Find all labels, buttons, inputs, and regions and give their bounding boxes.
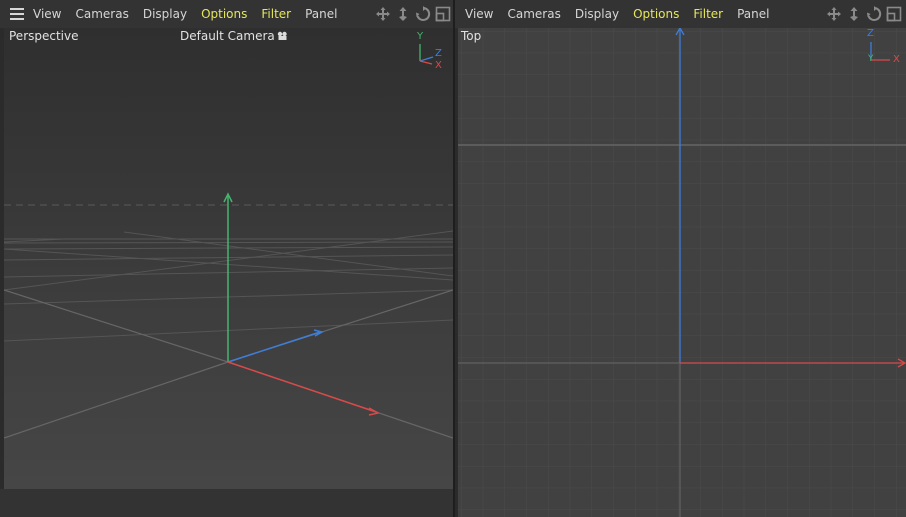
camera-icon: [277, 30, 288, 44]
perspective-viewport-panel: View Cameras Display Options Filter Pane…: [0, 0, 455, 517]
camera-name: Default Camera: [180, 29, 275, 43]
hamburger-menu-icon[interactable]: [10, 8, 24, 20]
active-camera-label[interactable]: Default Camera: [180, 29, 288, 44]
viewport-bottom-strip: [0, 489, 455, 517]
dolly-view-icon[interactable]: [395, 6, 411, 22]
top-scene: [458, 28, 906, 517]
menu-panel[interactable]: Panel: [737, 7, 769, 21]
menu-filter[interactable]: Filter: [693, 7, 723, 21]
perspective-scene: [4, 28, 453, 489]
axis-gizmo-perspective: Y Z X: [414, 31, 450, 71]
maximize-view-icon[interactable]: [435, 6, 451, 22]
menu-filter[interactable]: Filter: [261, 7, 291, 21]
gizmo-x-label: X: [435, 60, 442, 71]
gizmo-z-label: Z: [867, 28, 874, 39]
view-navigation-icons: [375, 6, 451, 22]
viewport-menubar: View Cameras Display Options Filter Pane…: [455, 0, 906, 28]
gizmo-x-label: X: [893, 54, 900, 65]
axis-gizmo-top: Z Y X: [860, 28, 904, 68]
gizmo-y-label: Y: [868, 54, 874, 64]
menu-view[interactable]: View: [465, 7, 493, 21]
minor-grid: [458, 28, 906, 517]
viewport-name-top: Top: [461, 29, 482, 43]
menu-options[interactable]: Options: [201, 7, 247, 21]
move-view-icon[interactable]: [826, 6, 842, 22]
gizmo-y-label: Y: [417, 31, 424, 42]
menu-display[interactable]: Display: [575, 7, 619, 21]
menu-cameras[interactable]: Cameras: [507, 7, 560, 21]
rotate-view-icon[interactable]: [415, 6, 431, 22]
viewport-menubar: View Cameras Display Options Filter Pane…: [0, 0, 455, 28]
menu-options[interactable]: Options: [633, 7, 679, 21]
view-navigation-icons: [826, 6, 902, 22]
menu-panel[interactable]: Panel: [305, 7, 337, 21]
viewport-name-perspective: Perspective: [9, 29, 79, 43]
menu-view[interactable]: View: [33, 7, 61, 21]
dolly-view-icon[interactable]: [846, 6, 862, 22]
maximize-view-icon[interactable]: [886, 6, 902, 22]
menu-display[interactable]: Display: [143, 7, 187, 21]
rotate-view-icon[interactable]: [866, 6, 882, 22]
perspective-viewport[interactable]: Perspective Default Camera Y Z X: [4, 28, 453, 517]
move-view-icon[interactable]: [375, 6, 391, 22]
top-viewport[interactable]: Top Z Y X: [458, 28, 906, 517]
top-viewport-panel: View Cameras Display Options Filter Pane…: [455, 0, 906, 517]
menu-cameras[interactable]: Cameras: [75, 7, 128, 21]
gizmo-z-label: Z: [435, 48, 442, 59]
